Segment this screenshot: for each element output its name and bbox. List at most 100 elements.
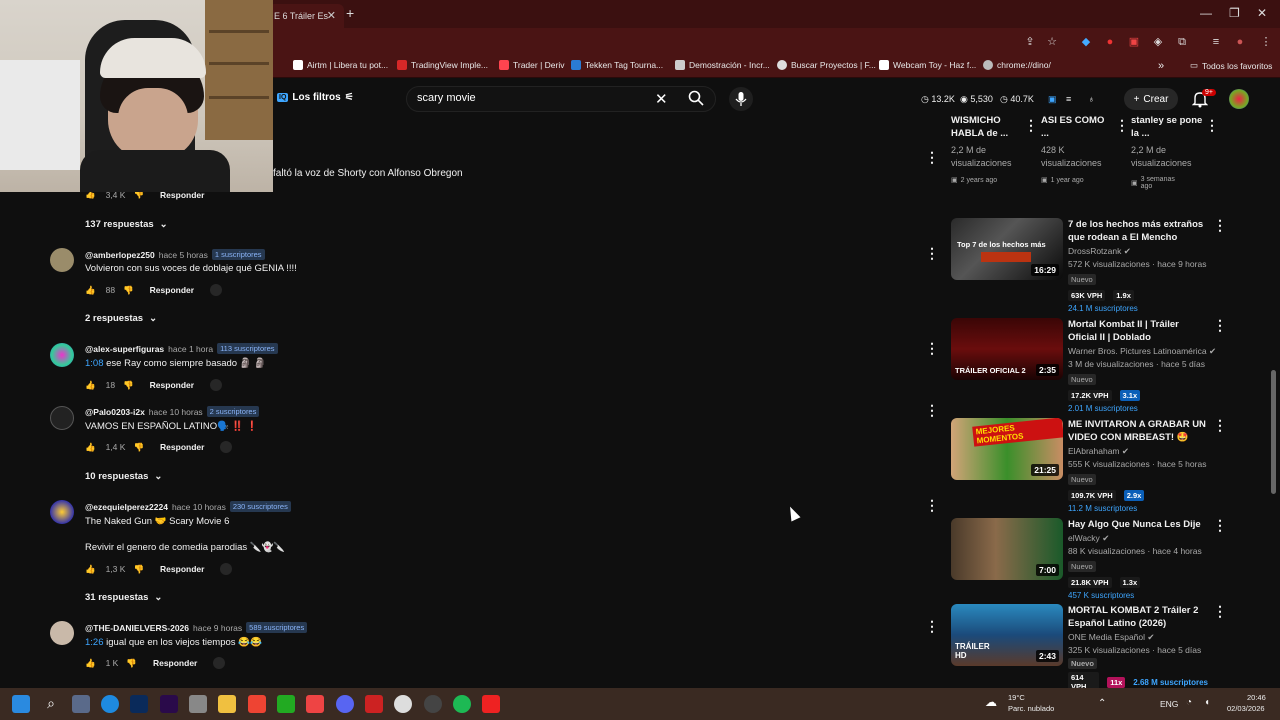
reply-button[interactable]: Responder bbox=[153, 658, 197, 668]
wifi-icon[interactable]: ◔ bbox=[1186, 697, 1192, 708]
chevron-right-icon[interactable]: » bbox=[1158, 60, 1164, 72]
video-recommendation[interactable]: TRÁILER HD 2:43 MORTAL KOMBAT 2 Tráiler … bbox=[951, 604, 1227, 700]
comment-time[interactable]: hace 10 horas bbox=[149, 407, 203, 417]
reply-button[interactable]: Responder bbox=[160, 442, 204, 452]
channel-name[interactable]: Warner Bros. Pictures Latinoamérica ✔ bbox=[1068, 346, 1216, 357]
comment-time[interactable]: hace 5 horas bbox=[159, 250, 208, 260]
thumbs-down-icon[interactable]: 👎 bbox=[133, 564, 144, 575]
close-window-icon[interactable]: ✕ bbox=[1257, 6, 1267, 20]
short-item[interactable]: WISMICHO HABLA de ... 2,2 M de visualiza… bbox=[951, 114, 1023, 184]
thumbs-up-icon[interactable]: 👍 bbox=[85, 658, 96, 669]
bookmark-item[interactable]: Buscar Proyectos | F... bbox=[777, 60, 876, 70]
comment-author[interactable]: @amberlopez250 bbox=[85, 250, 155, 260]
app-icon[interactable] bbox=[189, 695, 207, 713]
app-icon[interactable] bbox=[482, 695, 500, 713]
reply-button[interactable]: Responder bbox=[150, 380, 194, 390]
avatar[interactable] bbox=[50, 343, 74, 367]
avatar[interactable] bbox=[1229, 89, 1249, 109]
more-options-icon[interactable]: ⋮ bbox=[925, 403, 939, 417]
reply-button[interactable]: Responder bbox=[160, 564, 204, 574]
video-thumbnail[interactable]: TRÁILER HD 2:43 bbox=[951, 604, 1063, 666]
short-item[interactable]: stanley se pone la ... 2,2 M de visualiz… bbox=[1131, 114, 1203, 190]
chrome-icon[interactable] bbox=[394, 695, 412, 713]
reply-button[interactable]: Responder bbox=[150, 285, 194, 295]
bookmark-item[interactable]: Airtm | Libera tu pot... bbox=[293, 60, 388, 70]
channel-name[interactable]: ElAbrahaham ✔ bbox=[1068, 446, 1208, 457]
bookmark-item[interactable]: TradingView Imple... bbox=[397, 60, 488, 70]
playlist-icon[interactable]: ≡ bbox=[1208, 34, 1224, 50]
thumbs-down-icon[interactable]: 👎 bbox=[123, 380, 134, 391]
new-tab-icon[interactable]: + bbox=[346, 5, 354, 21]
channel-name[interactable]: DrossRotzank ✔ bbox=[1068, 246, 1208, 257]
more-options-icon[interactable]: ⋮ bbox=[1213, 318, 1227, 332]
replies-toggle[interactable]: 2 respuestas ⌄ bbox=[85, 313, 157, 324]
search-icon[interactable] bbox=[688, 90, 704, 111]
video-thumbnail[interactable]: TRÁILER OFICIAL 2 2:35 bbox=[951, 318, 1063, 380]
comment-time[interactable]: hace 10 horas bbox=[172, 502, 226, 512]
bookmark-item[interactable]: Demostración - Incr... bbox=[675, 60, 770, 70]
comment-author[interactable]: @ezequielperez2224 bbox=[85, 502, 168, 512]
comment-author[interactable]: @Palo0203-i2x bbox=[85, 407, 145, 417]
more-options-icon[interactable]: ⋮ bbox=[1213, 604, 1227, 618]
discord-icon[interactable] bbox=[336, 695, 354, 713]
bookmark-item[interactable]: Tekken Tag Tourna... bbox=[571, 60, 663, 70]
comment-author[interactable]: @THE-DANIELVERS-2026 bbox=[85, 623, 189, 633]
close-tab-icon[interactable]: ✕ bbox=[327, 9, 336, 22]
thumbs-down-icon[interactable]: 👎 bbox=[123, 285, 134, 296]
clock-time[interactable]: 20:46 bbox=[1247, 693, 1266, 702]
video-title[interactable]: 7 de los hechos más extraños que rodean … bbox=[1068, 218, 1208, 244]
video-thumbnail[interactable]: Top 7 de los hechos más 16:29 bbox=[951, 218, 1063, 280]
create-button[interactable]: + Crear bbox=[1124, 88, 1178, 110]
windows-start-icon[interactable] bbox=[12, 695, 30, 713]
thumbs-down-icon[interactable]: 👎 bbox=[133, 442, 144, 453]
comment-time[interactable]: hace 9 horas bbox=[193, 623, 242, 633]
spotify-icon[interactable] bbox=[453, 695, 471, 713]
extension-icon[interactable]: ▣ bbox=[1126, 34, 1142, 50]
list-icon[interactable]: ≡ bbox=[1066, 94, 1071, 104]
edge-icon[interactable] bbox=[101, 695, 119, 713]
bulb-icon[interactable]: ♁ bbox=[1088, 94, 1095, 104]
search-icon[interactable]: ⌕ bbox=[42, 695, 60, 713]
comment-author[interactable]: @alex-superfiguras bbox=[85, 344, 164, 354]
task-view-icon[interactable] bbox=[72, 695, 90, 713]
more-options-icon[interactable]: ⋮ bbox=[1024, 118, 1038, 132]
video-title[interactable]: MORTAL KOMBAT 2 Tráiler 2 Español Latino… bbox=[1068, 604, 1208, 630]
extension-icon[interactable]: ▣ bbox=[1048, 94, 1057, 105]
timestamp-link[interactable]: 1:26 bbox=[85, 637, 104, 648]
avatar[interactable] bbox=[50, 406, 74, 430]
more-options-icon[interactable]: ⋮ bbox=[1115, 118, 1129, 132]
install-icon[interactable]: ⇪ bbox=[1022, 34, 1038, 50]
volume-icon[interactable]: ◖ bbox=[1204, 697, 1210, 708]
video-recommendation[interactable]: MEJORES MOMENTOS 21:25 ME INVITARON A GR… bbox=[951, 418, 1227, 514]
all-bookmarks[interactable]: ▭ Todos los favoritos bbox=[1190, 60, 1272, 71]
browser-tab[interactable]: E 6 Tráiler Es ✕ bbox=[268, 4, 344, 28]
channel-name[interactable]: ONE Media Español ✔ bbox=[1068, 632, 1208, 643]
scrollbar-thumb[interactable] bbox=[1271, 370, 1276, 494]
more-options-icon[interactable]: ⋮ bbox=[1213, 518, 1227, 532]
bookmark-item[interactable]: chrome://dino/ bbox=[983, 60, 1051, 70]
bookmark-item[interactable]: Trader | Deriv bbox=[499, 60, 565, 70]
video-recommendation[interactable]: 7:00 Hay Algo Que Nunca Les Dije elWacky… bbox=[951, 518, 1227, 614]
more-options-icon[interactable]: ⋮ bbox=[925, 341, 939, 355]
replies-toggle[interactable]: 10 respuestas ⌄ bbox=[85, 471, 162, 482]
menu-icon[interactable]: ⋮ bbox=[1258, 34, 1274, 50]
video-thumbnail[interactable]: 7:00 bbox=[951, 518, 1063, 580]
search-input[interactable] bbox=[417, 92, 647, 104]
clear-search-icon[interactable]: ✕ bbox=[655, 90, 668, 108]
star-icon[interactable]: ☆ bbox=[1044, 34, 1060, 50]
filters-button[interactable]: IQ Los filtros ⚟ bbox=[277, 92, 354, 103]
thumbs-up-icon[interactable]: 👍 bbox=[85, 442, 96, 453]
more-options-icon[interactable]: ⋮ bbox=[925, 246, 939, 260]
video-thumbnail[interactable]: MEJORES MOMENTOS 21:25 bbox=[951, 418, 1063, 480]
extension-icon[interactable]: ◈ bbox=[1150, 34, 1166, 50]
timestamp-link[interactable]: 1:08 bbox=[85, 358, 104, 369]
avatar[interactable] bbox=[50, 248, 74, 272]
replies-toggle[interactable]: 137 respuestas ⌄ bbox=[85, 219, 168, 230]
chevron-up-icon[interactable]: ⌃ bbox=[1098, 698, 1106, 709]
profile-icon[interactable]: ● bbox=[1232, 34, 1248, 50]
thumbs-up-icon[interactable]: 👍 bbox=[85, 564, 96, 575]
short-item[interactable]: ASI ES COMO ... 428 K visualizaciones ▣ 1… bbox=[1041, 114, 1113, 184]
video-title[interactable]: Hay Algo Que Nunca Les Dije bbox=[1068, 518, 1208, 531]
language-indicator[interactable]: ENG bbox=[1160, 699, 1178, 709]
video-title[interactable]: Mortal Kombat II | Tráiler Oficial II | … bbox=[1068, 318, 1208, 344]
